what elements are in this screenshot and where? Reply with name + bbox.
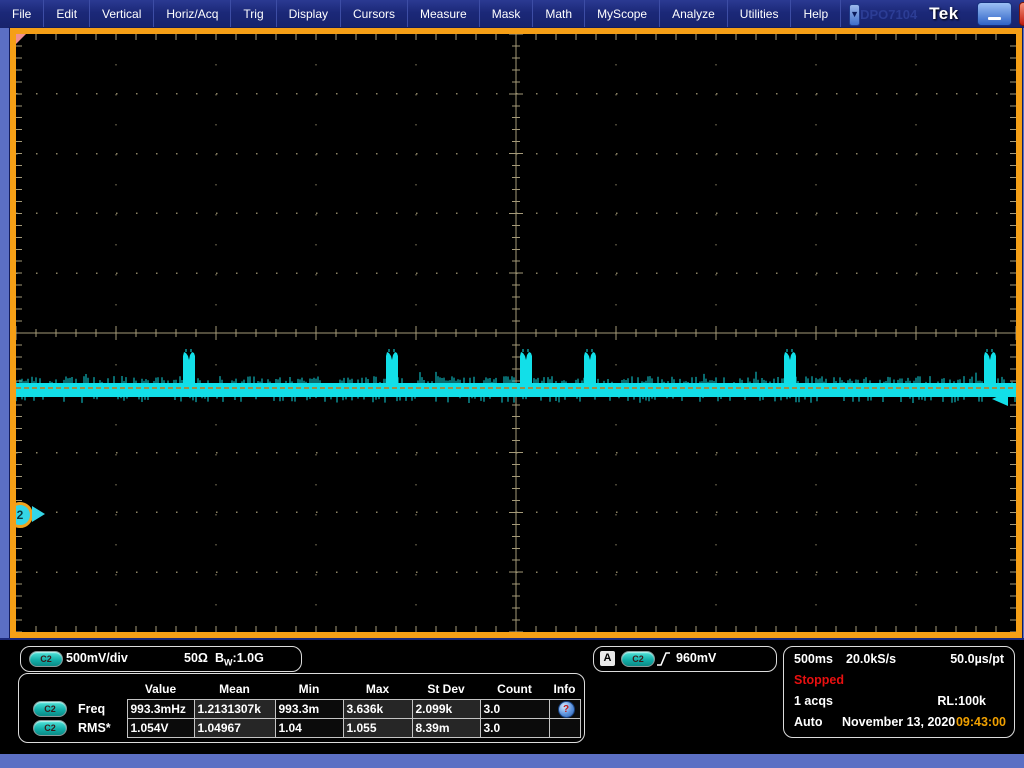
date-label: November 13, 2020 [842,715,956,729]
minimize-button[interactable] [976,2,1012,26]
acquisition-status: Stopped [794,673,844,687]
menu-item-cursors[interactable]: Cursors [341,0,409,28]
measurement-row: C2 Freq 993.3mHz 1.2131307k 993.3m 3.636k 2.09… [23,699,581,719]
menu-item-trig[interactable]: Trig [231,0,277,28]
tek-logo: Tek [929,4,959,23]
trigger-source-label: A [600,651,615,666]
meas-header-info: Info [553,681,576,696]
horizontal-readout[interactable]: 500ms 20.0kS/s 50.0µs/pt Stopped 1 acqs … [783,646,1015,738]
menu-item-utilities[interactable]: Utilities [728,0,792,28]
meas-header-min: Min [298,681,320,696]
waveform-screen: 2 [16,34,1016,632]
minimize-icon [987,17,1001,20]
trigger-channel-badge: C2 [621,651,655,667]
meas-cell: 993.3mHz [126,699,195,719]
display-frame: 2 [10,28,1022,638]
corner-marker-icon [16,34,26,44]
meas-cell: 993.3m [274,699,344,719]
channel-impedance: 50Ω [184,651,208,665]
menu-item-horiz-acq[interactable]: Horiz/Acq [154,0,232,28]
menu-item-edit[interactable]: Edit [44,0,91,28]
close-button[interactable]: X [1018,2,1024,26]
time-label: 09:43:00 [955,715,1006,729]
measurement-row: C2 RMS* 1.054V 1.04967 1.04 1.055 8.39m 3.0 [23,718,581,738]
channel-scale: 500mV/div [66,651,128,665]
measurement-label: RMS* [78,721,111,735]
menu-item-analyze[interactable]: Analyze [660,0,728,28]
meas-header-max: Max [365,681,390,696]
model-label: DPO7104 [860,6,918,22]
info-icon[interactable]: ? [557,700,575,718]
rising-edge-icon [656,650,672,673]
menu-item-display[interactable]: Display [277,0,341,28]
channel2-arrow-icon [32,506,45,522]
titlebar: File Edit Vertical Horiz/Acq Trig Display Curs… [0,0,1024,28]
record-length: RL:100k [937,694,986,708]
channel-readout[interactable]: C2 500mV/div 50Ω BW:1.0G [20,646,302,672]
meas-cell: 2.099k [411,699,481,719]
acquisition-count: 1 acqs [794,694,833,708]
meas-cell: 1.04967 [193,718,276,738]
meas-header-mean: Mean [219,681,250,696]
channel-badge: C2 [33,701,67,717]
measurement-label: Freq [78,702,106,716]
meas-cell: 1.055 [342,718,413,738]
menu-dropdown-button[interactable]: ▼ [849,4,861,26]
channel-badge: C2 [33,720,67,736]
menu-bar: File Edit Vertical Horiz/Acq Trig Display Curs… [0,0,842,28]
readout-panel: C2 500mV/div 50Ω BW:1.0G A C2 960mV 500m… [0,638,1024,754]
meas-cell: 3.0 [479,718,550,738]
meas-cell: 1.054V [126,718,195,738]
meas-header-count: Count [497,681,532,696]
menu-item-file[interactable]: File [0,0,45,28]
menu-item-help[interactable]: Help [791,0,842,28]
measurement-table: Value Mean Min Max St Dev Count Info C2 Freq 993.… [23,678,581,738]
measurement-panel[interactable]: Value Mean Min Max St Dev Count Info C2 Freq 993.… [18,673,585,743]
channel-bandwidth: BW:1.0G [215,651,264,668]
time-per-div: 500ms [794,652,833,666]
meas-header-value: Value [144,681,177,696]
menu-item-measure[interactable]: Measure [408,0,480,28]
chevron-down-icon: ▼ [850,9,860,19]
menu-item-math[interactable]: Math [533,0,586,28]
meas-info-cell [548,718,581,738]
menu-item-mask[interactable]: Mask [480,0,534,28]
menu-item-myscope[interactable]: MyScope [585,0,661,28]
meas-cell: 3.0 [479,699,550,719]
graticule [16,34,1016,632]
resolution: 50.0µs/pt [950,652,1004,666]
meas-cell: 1.04 [274,718,344,738]
meas-cell: 8.39m [411,718,481,738]
sample-rate: 20.0kS/s [846,652,897,666]
meas-cell: 1.2131307k [193,699,276,719]
trigger-mode: Auto [794,715,823,729]
meas-info-cell: ? [548,699,581,719]
meas-cell: 3.636k [342,699,413,719]
channel-badge: C2 [29,651,63,667]
trigger-readout[interactable]: A C2 960mV [593,646,777,672]
menu-item-vertical[interactable]: Vertical [90,0,155,28]
trigger-level-value: 960mV [676,651,717,665]
meas-header-st-dev: St Dev [427,681,465,696]
